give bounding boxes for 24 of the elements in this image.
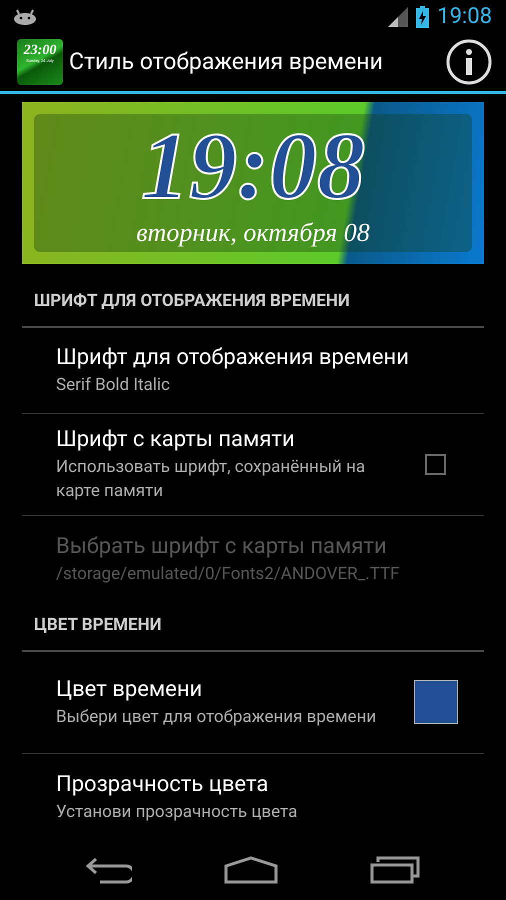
screen-title: Стиль отображения времени — [69, 47, 384, 78]
preference-title[interactable]: Шрифт с карты памяти — [56, 425, 425, 456]
recent-apps-icon[interactable] — [370, 856, 420, 884]
back-icon[interactable] — [86, 856, 132, 884]
battery-icon — [416, 6, 430, 28]
checkbox[interactable] — [425, 454, 446, 475]
preview-time: 19:08 — [141, 114, 365, 218]
android-icon — [14, 8, 36, 25]
preference-title[interactable]: Шрифт для отображения времени — [56, 343, 450, 374]
app-icon-time: 23:00 — [24, 44, 56, 58]
signal-icon — [388, 6, 408, 27]
preference-title[interactable]: Прозрачность цвета — [56, 770, 450, 800]
preference-title[interactable]: Цвет времени — [56, 675, 414, 706]
status-time: 19:08 — [437, 3, 492, 32]
preview-date: вторник, октября 08 — [136, 218, 370, 248]
section-header: ЦВЕТ ВРЕМЕНИ — [22, 602, 484, 652]
preference-summary: Выбери цвет для отображения времени — [56, 706, 378, 730]
info-icon[interactable] — [446, 39, 492, 86]
section-header: ШРИФТ ДЛЯ ОТОБРАЖЕНИЯ ВРЕМЕНИ — [22, 278, 484, 328]
preference-summary: Использовать шрифт, сохранённый на карте памяти — [56, 456, 366, 504]
preference-summary: Serif Bold Italic — [56, 374, 171, 398]
home-icon[interactable] — [224, 856, 278, 884]
preference-summary: Установи прозрачность цвета — [56, 800, 298, 824]
color-swatch[interactable] — [414, 680, 458, 724]
